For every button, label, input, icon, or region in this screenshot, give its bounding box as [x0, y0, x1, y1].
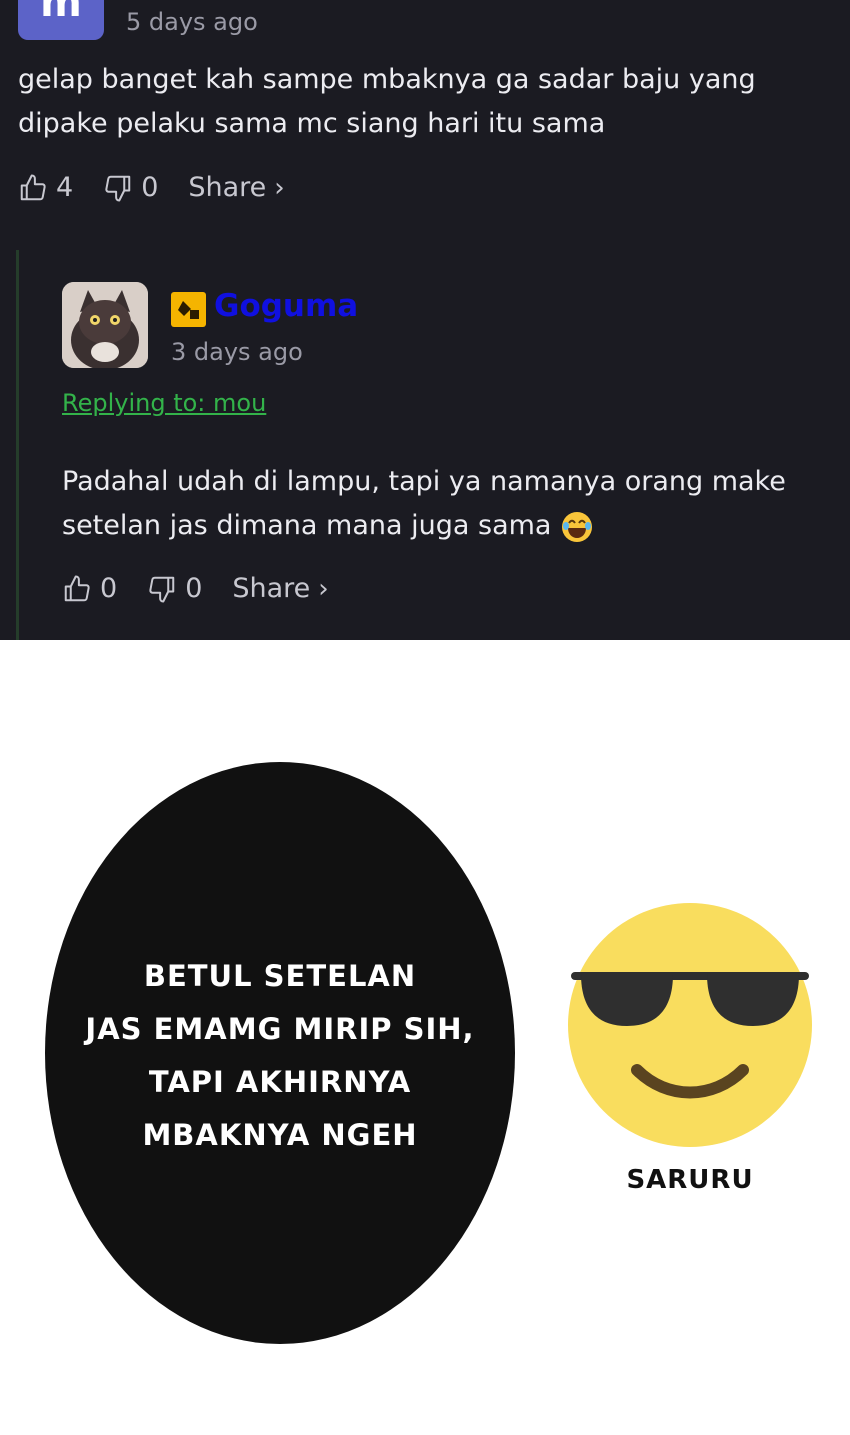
reply-avatar[interactable] [62, 282, 148, 368]
bubble-line: MBAKNYA NGEH [142, 1118, 418, 1152]
comment-actions: 4 0 Share › [18, 172, 285, 203]
reply-username[interactable]: Goguma [214, 288, 358, 324]
thumbs-down-icon [149, 576, 175, 602]
comments-section: m 5 days ago gelap banget kah sampe mbak… [0, 0, 850, 640]
bubble-line: BETUL SETELAN [143, 959, 417, 993]
bubble-line: JAS EMAMG MIRIP SIH, [85, 1012, 475, 1046]
downvote-button[interactable]: 0 [103, 172, 158, 203]
replying-to-link[interactable]: Replying to: mou [62, 389, 266, 417]
avatar-letter: m [40, 0, 82, 26]
credit-label: SARURU [626, 1165, 754, 1195]
upvote-count: 4 [56, 172, 74, 203]
thumbs-up-icon [64, 575, 90, 601]
reply-share-label: Share [232, 573, 311, 604]
user-avatar[interactable]: m [18, 0, 104, 40]
share-button[interactable]: Share › [188, 172, 284, 203]
bubble-line: TAPI AKHIRNYA [148, 1065, 412, 1099]
chevron-right-icon: › [318, 573, 329, 604]
comment-text: gelap banget kah sampe mbaknya ga sadar … [18, 64, 756, 139]
reply-share-button[interactable]: Share › [232, 573, 328, 604]
avatar-image [62, 282, 148, 368]
reply-upvote-count: 0 [100, 573, 118, 604]
reply-timestamp: 3 days ago [171, 338, 303, 366]
thread-line [16, 250, 19, 640]
upvote-button[interactable]: 4 [18, 172, 73, 203]
reply-downvote-button[interactable]: 0 [147, 573, 202, 604]
thumbs-up-icon [20, 174, 46, 200]
speech-bubble-text: BETUL SETELAN JAS EMAMG MIRIP SIH, TAPI … [45, 950, 515, 1162]
comment-timestamp: 5 days ago [126, 8, 258, 36]
reply-text-content: Padahal udah di lampu, tapi ya namanya o… [62, 466, 786, 541]
sunglasses-smiley-icon [568, 903, 812, 1147]
user-badge-icon [171, 292, 206, 327]
reply-text: Padahal udah di lampu, tapi ya namanya o… [62, 460, 832, 548]
thumbs-down-icon [105, 175, 131, 201]
downvote-count: 0 [141, 172, 159, 203]
laughing-emoji-icon [562, 511, 593, 542]
reply-actions: 0 0 Share › [62, 573, 329, 604]
reply-downvote-count: 0 [185, 573, 203, 604]
share-label: Share [188, 172, 267, 203]
chevron-right-icon: › [274, 172, 285, 203]
reply-upvote-button[interactable]: 0 [62, 573, 117, 604]
